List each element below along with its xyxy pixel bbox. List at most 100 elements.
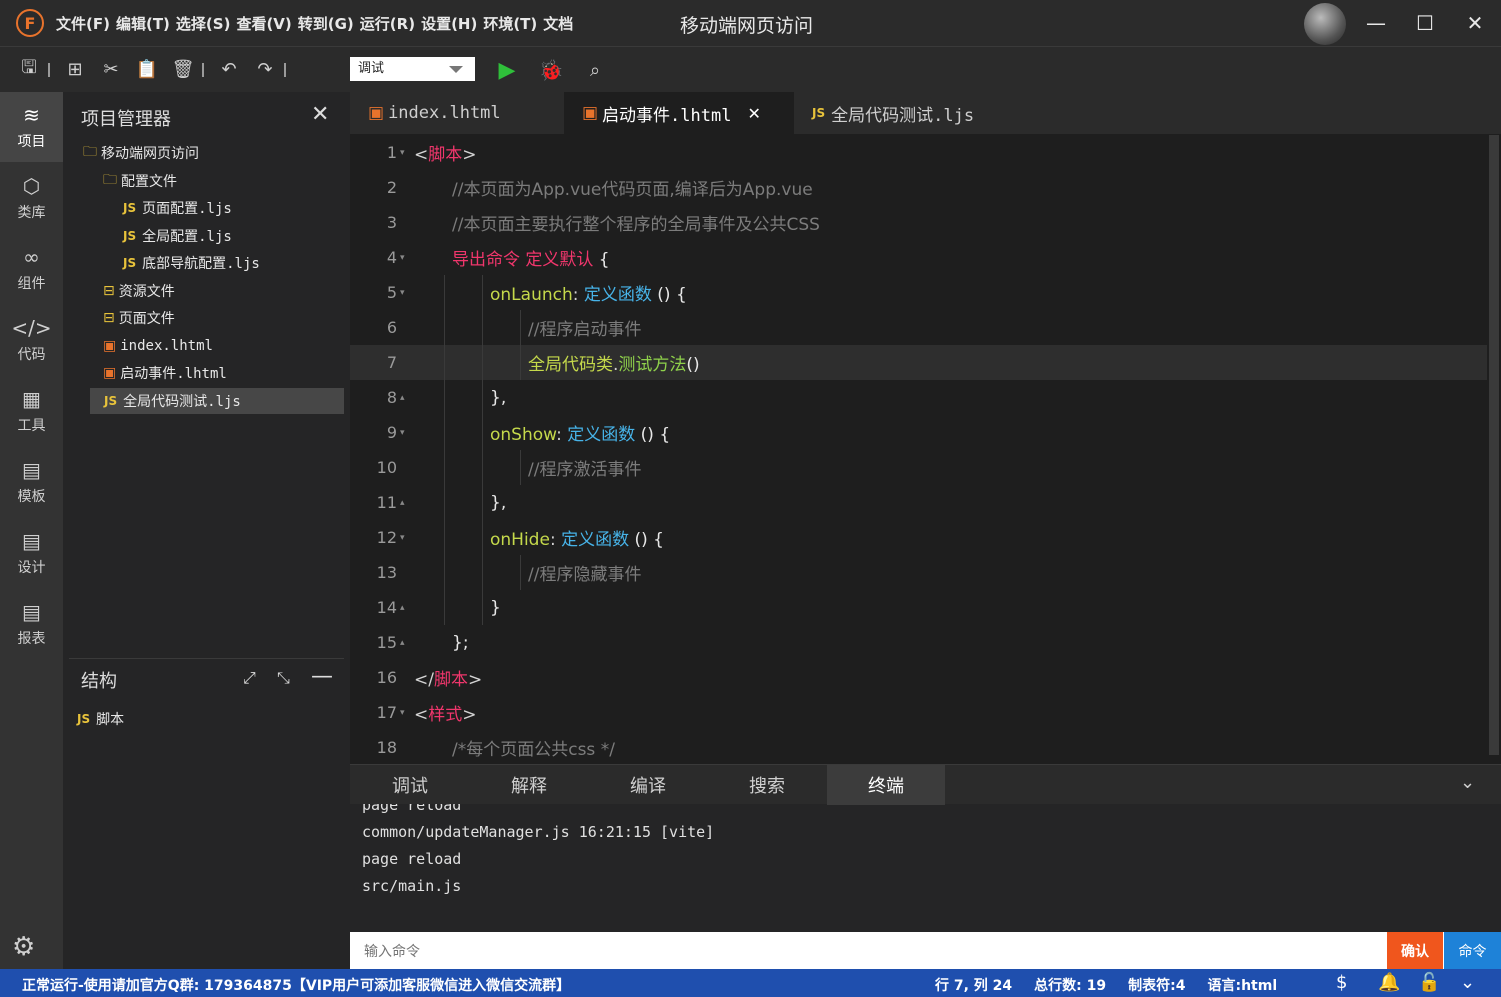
expand-icon[interactable]: ⤢ <box>243 668 256 688</box>
tree-item[interactable]: JS 全局代码测试.ljs <box>90 387 344 414</box>
bottom-tab[interactable]: 调试 <box>351 765 469 805</box>
menu-item[interactable]: 环境(T) <box>483 13 537 34</box>
preview-icon[interactable]: ⌕ <box>580 55 610 85</box>
html-file-icon: ▣ <box>368 103 385 123</box>
nav-item-2[interactable]: ∞ 组件 <box>0 234 63 304</box>
save-icon[interactable]: 🖫 <box>14 55 44 85</box>
close-explorer-icon[interactable]: ✕ <box>311 102 329 127</box>
user-avatar[interactable] <box>1304 3 1346 45</box>
unlock-icon[interactable]: 🔓 <box>1418 972 1440 993</box>
tree-item[interactable]: 🗀 移动端网页访问 <box>83 140 199 166</box>
tree-item[interactable]: ▣ 启动事件.lhtml <box>103 360 227 386</box>
tree-item[interactable]: JS 底部导航配置.ljs <box>123 250 260 276</box>
indent-guide <box>482 520 483 555</box>
menu-item[interactable]: 编辑(T) <box>116 13 170 34</box>
delete-icon[interactable]: 🗑 <box>168 55 198 85</box>
tab-size[interactable]: 制表符:4 <box>1128 975 1185 995</box>
nav-item-label: 设计 <box>17 560 46 576</box>
editor-tab[interactable]: ▣ 启动事件.lhtml ✕ <box>564 92 794 134</box>
code-editor: ▣ index.lhtml ▣ 启动事件.lhtml ✕ JS 全局代码测试.ljs 1 ▾ <… <box>350 92 1501 764</box>
fold-toggle-icon[interactable]: ▴ <box>400 638 405 648</box>
menu-item[interactable]: 查看(V) <box>236 13 291 34</box>
tree-item[interactable]: ⊟ 页面文件 <box>103 305 175 331</box>
command-input[interactable] <box>354 936 1384 966</box>
indent-guide <box>444 310 445 345</box>
code-line: 10 //程序激活事件 <box>350 450 1487 485</box>
language-mode[interactable]: 语言:html <box>1207 975 1277 995</box>
menu-item[interactable]: 选择(S) <box>176 13 231 34</box>
nav-item-1[interactable]: ⬡ 类库 <box>0 163 63 233</box>
bottom-tab[interactable]: 终端 <box>827 765 945 805</box>
code-text: </脚本> <box>414 665 482 690</box>
new-file-icon[interactable]: ⊞ <box>60 55 90 85</box>
bell-icon[interactable]: 🔔 <box>1378 972 1400 993</box>
editor-tab[interactable]: ▣ index.lhtml <box>350 92 564 134</box>
menu-item[interactable]: 转到(G) <box>298 13 354 34</box>
editor-tab[interactable]: JS 全局代码测试.ljs <box>794 92 994 134</box>
maximize-icon[interactable]: ☐ <box>1410 8 1440 38</box>
paste-icon[interactable]: 📋 <box>132 55 162 85</box>
fold-toggle-icon[interactable]: ▴ <box>400 603 405 613</box>
minimize-icon[interactable]: — <box>1361 8 1391 38</box>
minimize-panel-icon[interactable]: — <box>311 664 333 689</box>
tree-item[interactable]: ▣ index.lhtml <box>103 333 213 359</box>
menu-item[interactable]: 文件(F) <box>56 13 110 34</box>
run-mode-select[interactable]: 调试 <box>350 57 475 81</box>
indent-guide <box>520 345 521 380</box>
fold-toggle-icon[interactable]: ▾ <box>400 428 405 438</box>
menu-item[interactable]: 文档 <box>543 13 573 34</box>
toolbar-separator <box>48 62 50 77</box>
dollar-icon[interactable]: $ <box>1336 972 1347 993</box>
tree-item[interactable]: ⊟ 资源文件 <box>103 278 175 304</box>
settings-gear-icon[interactable]: ⚙ <box>12 932 35 962</box>
cut-icon[interactable]: ✂ <box>96 55 126 85</box>
command-button[interactable]: 命令 <box>1444 932 1501 969</box>
toolbar: 🖫 ⊞ ✂ 📋 🗑 ↶ ↷ 调试 ▶ 🐞 ⌕ <box>0 46 1501 92</box>
chevron-down-icon[interactable]: ⌄ <box>1460 972 1475 993</box>
menu-item[interactable]: 运行(R) <box>360 13 415 34</box>
code-line: 7 全局代码类.测试方法() <box>350 345 1487 380</box>
structure-item[interactable]: JS 脚本 <box>77 706 124 732</box>
code-token: : <box>549 530 562 550</box>
fold-toggle-icon[interactable]: ▴ <box>400 498 405 508</box>
code-token: () <box>686 355 700 375</box>
line-number: 16 <box>376 668 397 687</box>
close-tab-icon[interactable]: ✕ <box>747 104 760 123</box>
code-token: }, <box>490 492 507 513</box>
fold-toggle-icon[interactable]: ▾ <box>400 253 405 263</box>
bottom-tab[interactable]: 编译 <box>589 765 707 805</box>
fold-toggle-icon[interactable]: ▴ <box>400 393 405 403</box>
collapse-icon[interactable]: ⤡ <box>277 668 290 688</box>
redo-icon[interactable]: ↷ <box>250 55 280 85</box>
confirm-button[interactable]: 确认 <box>1387 932 1443 969</box>
nav-item-6[interactable]: ▤ 设计 <box>0 518 63 588</box>
tree-item[interactable]: 🗀 配置文件 <box>103 168 177 194</box>
status-bar: 正常运行-使用请加官方Q群: 179364875【VIP用户可添加客服微信进入微… <box>0 969 1501 997</box>
code-text: //本页面为App.vue代码页面,编译后为App.vue <box>452 175 813 200</box>
nav-item-3[interactable]: </> 代码 <box>0 305 63 375</box>
close-window-icon[interactable]: ✕ <box>1460 8 1490 38</box>
nav-item-0[interactable]: ≋ 项目 <box>0 92 63 162</box>
cursor-position[interactable]: 行 7, 列 24 <box>935 975 1012 995</box>
code-token: 全局代码类 <box>528 355 613 375</box>
nav-item-7[interactable]: ▤ 报表 <box>0 589 63 659</box>
fold-toggle-icon[interactable]: ▾ <box>400 148 405 158</box>
undo-icon[interactable]: ↶ <box>214 55 244 85</box>
menu-item[interactable]: 设置(H) <box>421 13 477 34</box>
chevron-down-icon[interactable]: ⌄ <box>1460 772 1475 793</box>
run-icon[interactable]: ▶ <box>492 55 522 85</box>
fold-toggle-icon[interactable]: ▾ <box>400 533 405 543</box>
tree-item[interactable]: JS 页面配置.ljs <box>123 195 232 221</box>
nav-item-4[interactable]: ▦ 工具 <box>0 376 63 446</box>
debug-bug-icon[interactable]: 🐞 <box>536 55 566 85</box>
tree-item[interactable]: JS 全局配置.ljs <box>123 223 232 249</box>
nav-item-5[interactable]: ▤ 模板 <box>0 447 63 517</box>
bottom-tab[interactable]: 解释 <box>470 765 588 805</box>
fold-toggle-icon[interactable]: ▾ <box>400 708 405 718</box>
code-text: //本页面主要执行整个程序的全局事件及公共CSS <box>452 210 820 235</box>
editor-scrollbar[interactable] <box>1489 135 1499 755</box>
indent-guide <box>520 555 521 590</box>
bottom-tab[interactable]: 搜索 <box>708 765 826 805</box>
fold-toggle-icon[interactable]: ▾ <box>400 288 405 298</box>
code-text: //程序激活事件 <box>528 455 641 480</box>
